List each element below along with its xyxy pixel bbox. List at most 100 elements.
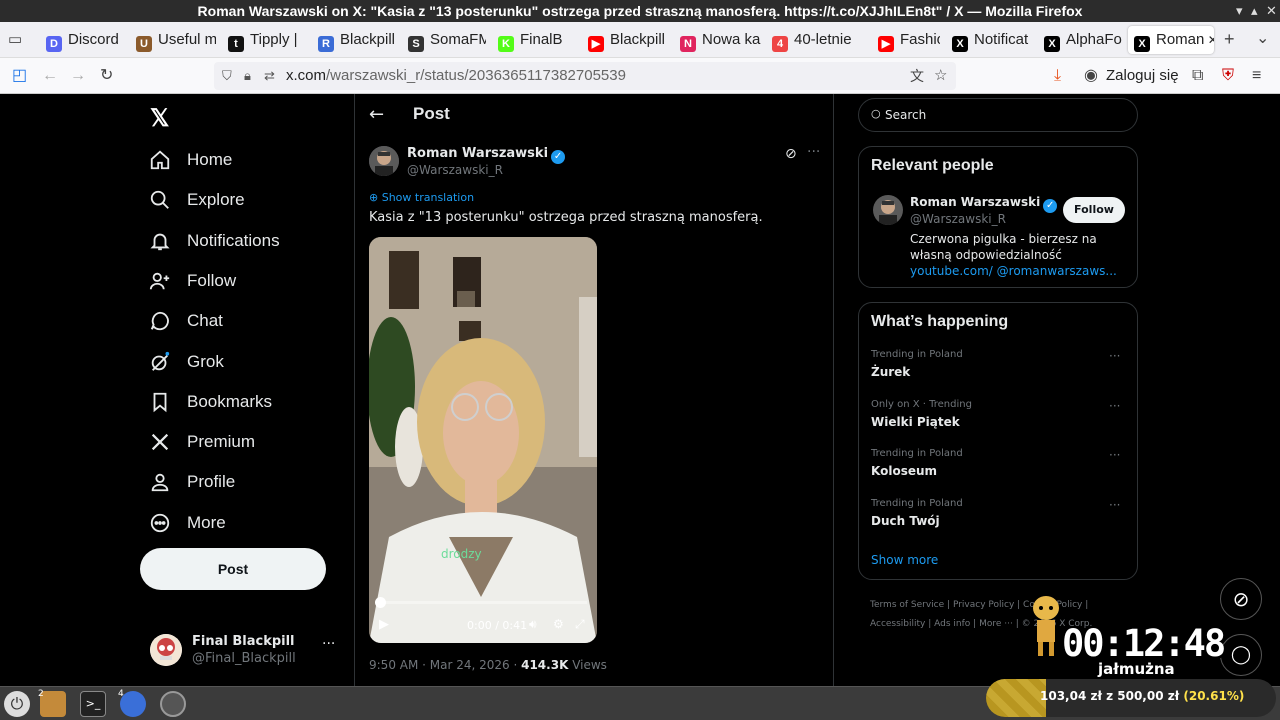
downloads-icon[interactable]: ⤓ xyxy=(1054,64,1061,88)
trend-item[interactable]: Only on X · Trending Wielki Piątek ··· xyxy=(859,399,1139,443)
back-arrow-icon[interactable]: ← xyxy=(369,104,384,125)
nav-item-chat[interactable]: Chat xyxy=(148,301,223,341)
tab-favicon-icon: K xyxy=(498,36,514,52)
login-label[interactable]: Zaloguj się xyxy=(1106,64,1179,88)
x-logo-icon[interactable]: 𝕏 xyxy=(150,104,169,133)
follow-button[interactable]: Follow xyxy=(1063,197,1125,223)
tracking-shield-icon[interactable]: ⛉ xyxy=(222,62,232,90)
account-more-icon[interactable]: ··· xyxy=(322,636,335,652)
author-name[interactable]: Roman Warszawski ✓ xyxy=(407,146,566,164)
tab-item[interactable]: R Blackpill xyxy=(312,26,396,54)
reload-icon[interactable]: ↻ xyxy=(100,64,113,88)
post-more-icon[interactable]: ··· xyxy=(807,144,820,160)
tab-item[interactable]: K FinalB xyxy=(492,26,576,54)
trend-item[interactable]: Trending in Poland Żurek ··· xyxy=(859,349,1139,393)
forward-icon[interactable]: → xyxy=(70,64,86,88)
maximize-icon[interactable]: ▴ xyxy=(1251,0,1258,22)
person-avatar[interactable] xyxy=(873,195,903,225)
tab-item[interactable]: N Nowa ka xyxy=(674,26,762,54)
footer-link[interactable]: Ads info xyxy=(934,619,970,629)
ublock-icon[interactable]: ⛨ xyxy=(1222,64,1234,88)
lock-icon[interactable]: 🔒︎ xyxy=(244,62,251,90)
bookmark-star-icon[interactable]: ☆ xyxy=(934,62,947,90)
menu-icon[interactable]: ≡ xyxy=(1252,64,1261,88)
permissions-icon[interactable]: ⇄ xyxy=(264,62,275,90)
x-logo-icon xyxy=(148,430,172,454)
trend-more-icon[interactable]: ··· xyxy=(1109,349,1120,363)
search-input[interactable]: Search xyxy=(885,108,926,122)
address-bar[interactable]: ⛉ 🔒︎ ⇄ x.com/warszawski_r/status/2036365… xyxy=(214,62,956,90)
account-switcher[interactable]: Final Blackpill @Final_Blackpill ··· xyxy=(148,632,338,676)
footer-link[interactable]: Accessibility xyxy=(870,619,925,629)
trend-context: Only on X · Trending xyxy=(871,398,972,410)
nav-item-bookmarks[interactable]: Bookmarks xyxy=(148,382,272,422)
verified-badge-icon: ✓ xyxy=(551,150,566,164)
close-tab-icon[interactable]: ✕ xyxy=(1204,33,1214,47)
post-timestamp[interactable]: 9:50 AM · Mar 24, 2026 · xyxy=(369,658,521,672)
minimize-icon[interactable]: ▾ xyxy=(1236,0,1243,22)
grok-float-icon[interactable]: ⊘ xyxy=(1220,578,1262,620)
search-box[interactable]: ○ Search xyxy=(858,98,1138,132)
tab-favicon-icon: R xyxy=(318,36,334,52)
tab-item[interactable]: t Tipply | xyxy=(222,26,306,54)
tab-item[interactable]: X Roman ✕ xyxy=(1128,26,1214,54)
footer-link[interactable]: Privacy Policy xyxy=(953,600,1014,610)
tab-item[interactable]: U Useful m xyxy=(130,26,216,54)
trend-more-icon[interactable]: ··· xyxy=(1109,399,1120,413)
footer-link[interactable]: More ··· xyxy=(979,619,1013,629)
tab-item[interactable]: X AlphaFo xyxy=(1038,26,1122,54)
video-scrub-handle[interactable] xyxy=(375,597,386,608)
post-button[interactable]: Post xyxy=(140,548,326,590)
fullscreen-icon[interactable]: ⤢ xyxy=(575,617,585,632)
tab-item[interactable]: ▶ Fashion xyxy=(872,26,940,54)
close-window-icon[interactable]: ✕ xyxy=(1266,0,1277,22)
new-tab-icon[interactable]: + xyxy=(1224,27,1235,51)
video-progress-track[interactable] xyxy=(375,597,587,608)
trend-item[interactable]: Trending in Poland Koloseum ··· xyxy=(859,448,1139,492)
tab-item[interactable]: D Discord xyxy=(40,26,124,54)
nav-item-explore[interactable]: Explore xyxy=(148,180,245,220)
extensions-icon[interactable]: ⧉ xyxy=(1192,64,1203,88)
terminal-icon[interactable]: >_ xyxy=(80,691,106,717)
start-menu-icon[interactable]: ⏻ xyxy=(4,691,30,717)
messages-float-icon[interactable]: ◯ xyxy=(1220,634,1262,676)
account-icon[interactable]: ◉ xyxy=(1084,64,1098,88)
tab-item[interactable]: 4 40-letnie xyxy=(766,26,866,54)
trend-more-icon[interactable]: ··· xyxy=(1109,448,1120,462)
person-handle[interactable]: @Warszawski_R xyxy=(910,212,1006,226)
volume-icon[interactable]: 🔊︎ xyxy=(529,617,537,632)
person-name[interactable]: Roman Warszawski ✓ xyxy=(910,195,1058,213)
footer-link[interactable]: Terms of Service xyxy=(870,600,944,610)
show-more-link[interactable]: Show more xyxy=(871,553,938,567)
nav-item-more[interactable]: More xyxy=(148,503,226,543)
trend-item[interactable]: Trending in Poland Duch Twój ··· xyxy=(859,498,1139,542)
tab-item[interactable]: S SomaFM xyxy=(402,26,486,54)
trend-more-icon[interactable]: ··· xyxy=(1109,498,1120,512)
obs-icon[interactable] xyxy=(160,691,186,717)
sidebar-toggle-icon[interactable]: ◰ xyxy=(12,64,27,88)
nav-item-notifications[interactable]: Notifications xyxy=(148,221,280,261)
nav-item-follow[interactable]: Follow xyxy=(148,261,236,301)
translate-globe-icon: ⊕ xyxy=(369,191,382,204)
person-bio-link[interactable]: youtube.com/ @romanwarszaws... xyxy=(910,264,1117,278)
author-avatar[interactable] xyxy=(369,146,399,176)
play-icon[interactable]: ▶ xyxy=(379,617,389,632)
grok-explain-icon[interactable]: ⊘ xyxy=(785,146,797,162)
settings-icon[interactable]: ⚙ xyxy=(553,617,564,631)
tab-item[interactable]: ▶ Blackpill xyxy=(582,26,666,54)
nav-item-home[interactable]: Home xyxy=(148,140,232,180)
nav-item-premium[interactable]: Premium xyxy=(148,422,255,462)
tab-overflow-icon[interactable]: ⌄ xyxy=(1256,27,1269,51)
nav-item-profile[interactable]: Profile xyxy=(148,462,235,502)
author-handle[interactable]: @Warszawski_R xyxy=(407,163,503,177)
files-icon[interactable] xyxy=(40,691,66,717)
mascot-sticker xyxy=(1026,594,1066,658)
video-player[interactable]: drodzy ▶ 0:00 / 0:41 🔊︎ ⚙ ⤢ xyxy=(369,237,597,643)
translate-icon[interactable]: 文 xyxy=(910,62,924,90)
tab-item[interactable]: X Notificat xyxy=(946,26,1032,54)
back-icon[interactable]: ← xyxy=(42,64,58,88)
avatar xyxy=(150,634,182,666)
nav-item-grok[interactable]: Grok xyxy=(148,342,224,382)
show-translation-link[interactable]: ⊕ Show translation xyxy=(369,191,474,204)
tab-list-icon[interactable]: ▭ xyxy=(8,28,22,52)
